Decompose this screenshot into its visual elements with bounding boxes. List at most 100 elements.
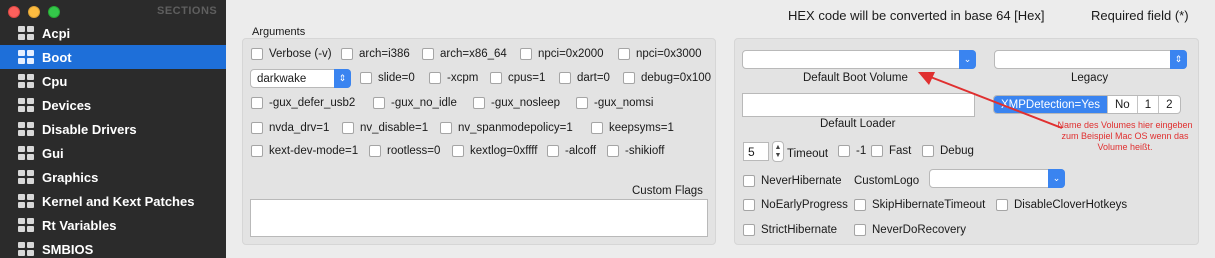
segment-xmp-1[interactable]: 1 bbox=[1138, 96, 1160, 113]
segment-xmp-2[interactable]: 2 bbox=[1159, 96, 1179, 113]
checkbox-verbose[interactable]: Verbose (-v) bbox=[251, 48, 332, 60]
xmp-detection-segmented[interactable]: XMPDetection=Yes No 1 2 bbox=[993, 95, 1181, 114]
checkbox-never-hibernate[interactable]: NeverHibernate bbox=[743, 175, 842, 187]
checkbox-box[interactable] bbox=[743, 224, 755, 236]
checkbox-box[interactable] bbox=[373, 97, 385, 109]
checkbox-xcpm[interactable]: -xcpm bbox=[429, 72, 478, 84]
checkbox-kextlog[interactable]: kextlog=0xffff bbox=[452, 145, 537, 157]
darkwake-select[interactable]: darkwake ⇕ bbox=[250, 69, 351, 88]
checkbox-box[interactable] bbox=[838, 145, 850, 157]
checkbox-cpus[interactable]: cpus=1 bbox=[490, 72, 545, 84]
checkbox-arch-x86-64[interactable]: arch=x86_64 bbox=[422, 48, 507, 60]
checkbox-box[interactable] bbox=[591, 122, 603, 134]
checkbox-box[interactable] bbox=[576, 97, 588, 109]
segment-xmp-yes[interactable]: XMPDetection=Yes bbox=[994, 96, 1108, 113]
hex-note: HEX code will be converted in base 64 [H… bbox=[788, 8, 1045, 23]
checkbox-box[interactable] bbox=[251, 97, 263, 109]
custom-flags-field[interactable] bbox=[250, 199, 708, 237]
checkbox-box[interactable] bbox=[341, 48, 353, 60]
checkbox-box[interactable] bbox=[618, 48, 630, 60]
checkbox-nv-spanmodepolicy[interactable]: nv_spanmodepolicy=1 bbox=[440, 122, 573, 134]
chevron-down-icon: ⌄ bbox=[959, 50, 976, 69]
checkbox-box[interactable] bbox=[251, 145, 263, 157]
checkbox-keepsyms[interactable]: keepsyms=1 bbox=[591, 122, 674, 134]
chevron-up-icon[interactable]: ▲ bbox=[775, 144, 782, 152]
checkbox-label: NeverDoRecovery bbox=[872, 224, 966, 236]
checkbox-gux-defer-usb2[interactable]: -gux_defer_usb2 bbox=[251, 97, 355, 109]
timeout-stepper[interactable]: ▲ ▼ bbox=[772, 141, 784, 162]
zoom-window-button[interactable] bbox=[48, 6, 60, 18]
checkbox-box[interactable] bbox=[559, 72, 571, 84]
checkbox-box[interactable] bbox=[743, 175, 755, 187]
sidebar-item-rt-variables[interactable]: Rt Variables bbox=[0, 213, 226, 237]
sidebar-item-boot[interactable]: Boot bbox=[0, 45, 226, 69]
checkbox-box[interactable] bbox=[473, 97, 485, 109]
checkbox-arch-i386[interactable]: arch=i386 bbox=[341, 48, 410, 60]
checkbox-box[interactable] bbox=[422, 48, 434, 60]
checkbox-never-do-recovery[interactable]: NeverDoRecovery bbox=[854, 224, 966, 236]
checkbox-box[interactable] bbox=[369, 145, 381, 157]
checkbox-box[interactable] bbox=[547, 145, 559, 157]
checkbox-rootless[interactable]: rootless=0 bbox=[369, 145, 440, 157]
checkbox-npci-3000[interactable]: npci=0x3000 bbox=[618, 48, 702, 60]
checkbox-box[interactable] bbox=[251, 48, 263, 60]
default-loader-label: Default Loader bbox=[820, 118, 896, 130]
checkbox-box[interactable] bbox=[251, 122, 263, 134]
minimize-window-button[interactable] bbox=[28, 6, 40, 18]
checkbox-box[interactable] bbox=[854, 224, 866, 236]
checkbox-box[interactable] bbox=[520, 48, 532, 60]
timeout-field[interactable]: 5 bbox=[743, 142, 769, 161]
sidebar-item-smbios[interactable]: SMBIOS bbox=[0, 237, 226, 258]
checkbox-kext-dev-mode[interactable]: kext-dev-mode=1 bbox=[251, 145, 358, 157]
checkbox-no-early-progress[interactable]: NoEarlyProgress bbox=[743, 199, 848, 211]
checkbox-disable-clover-hotkeys[interactable]: DisableCloverHotkeys bbox=[996, 199, 1127, 211]
sidebar-item-gui[interactable]: Gui bbox=[0, 141, 226, 165]
default-loader-field[interactable] bbox=[742, 93, 975, 117]
checkbox-box[interactable] bbox=[871, 145, 883, 157]
checkbox-timeout-minus-one[interactable]: -1 bbox=[838, 145, 866, 157]
checkbox-box[interactable] bbox=[996, 199, 1008, 211]
sidebar-item-acpi[interactable]: Acpi bbox=[0, 21, 226, 45]
default-boot-volume-select[interactable]: ⌄ bbox=[742, 50, 976, 69]
sidebar-item-graphics[interactable]: Graphics bbox=[0, 165, 226, 189]
sidebar-item-label: Boot bbox=[42, 49, 72, 65]
checkbox-nvda-drv[interactable]: nvda_drv=1 bbox=[251, 122, 329, 134]
checkbox-timeout-fast[interactable]: Fast bbox=[871, 145, 911, 157]
checkbox-box[interactable] bbox=[452, 145, 464, 157]
sidebar-item-disable-drivers[interactable]: Disable Drivers bbox=[0, 117, 226, 141]
checkbox-timeout-debug[interactable]: Debug bbox=[922, 145, 974, 157]
checkbox-label: -gux_nomsi bbox=[594, 97, 654, 109]
checkbox-box[interactable] bbox=[854, 199, 866, 211]
checkbox-npci-2000[interactable]: npci=0x2000 bbox=[520, 48, 604, 60]
sidebar-item-cpu[interactable]: Cpu bbox=[0, 69, 226, 93]
checkbox-box[interactable] bbox=[342, 122, 354, 134]
checkbox-shikioff[interactable]: -shikioff bbox=[607, 145, 664, 157]
custom-logo-select[interactable]: ⌄ bbox=[929, 169, 1065, 188]
checkbox-box[interactable] bbox=[607, 145, 619, 157]
checkbox-alcoff[interactable]: -alcoff bbox=[547, 145, 596, 157]
checkbox-debug[interactable]: debug=0x100 bbox=[623, 72, 711, 84]
checkbox-gux-no-idle[interactable]: -gux_no_idle bbox=[373, 97, 457, 109]
checkbox-box[interactable] bbox=[360, 72, 372, 84]
sidebar-item-kernel-kext-patches[interactable]: Kernel and Kext Patches bbox=[0, 189, 226, 213]
checkbox-box[interactable] bbox=[743, 199, 755, 211]
checkbox-dart[interactable]: dart=0 bbox=[559, 72, 610, 84]
close-window-button[interactable] bbox=[8, 6, 20, 18]
checkbox-slide[interactable]: slide=0 bbox=[360, 72, 415, 84]
checkbox-box[interactable] bbox=[440, 122, 452, 134]
checkbox-strict-hibernate[interactable]: StrictHibernate bbox=[743, 224, 837, 236]
sidebar-item-devices[interactable]: Devices bbox=[0, 93, 226, 117]
checkbox-gux-nosleep[interactable]: -gux_nosleep bbox=[473, 97, 560, 109]
legacy-select[interactable]: ⇕ bbox=[994, 50, 1187, 69]
checkbox-nv-disable[interactable]: nv_disable=1 bbox=[342, 122, 428, 134]
checkbox-box[interactable] bbox=[490, 72, 502, 84]
checkbox-box[interactable] bbox=[429, 72, 441, 84]
sidebar-item-label: Kernel and Kext Patches bbox=[42, 193, 195, 209]
checkbox-skip-hibernate-timeout[interactable]: SkipHibernateTimeout bbox=[854, 199, 985, 211]
chevron-down-icon[interactable]: ▼ bbox=[775, 152, 782, 160]
checkbox-gux-nomsi[interactable]: -gux_nomsi bbox=[576, 97, 653, 109]
segment-xmp-no[interactable]: No bbox=[1108, 96, 1138, 113]
checkbox-label: NeverHibernate bbox=[761, 175, 842, 187]
checkbox-box[interactable] bbox=[922, 145, 934, 157]
checkbox-box[interactable] bbox=[623, 72, 635, 84]
